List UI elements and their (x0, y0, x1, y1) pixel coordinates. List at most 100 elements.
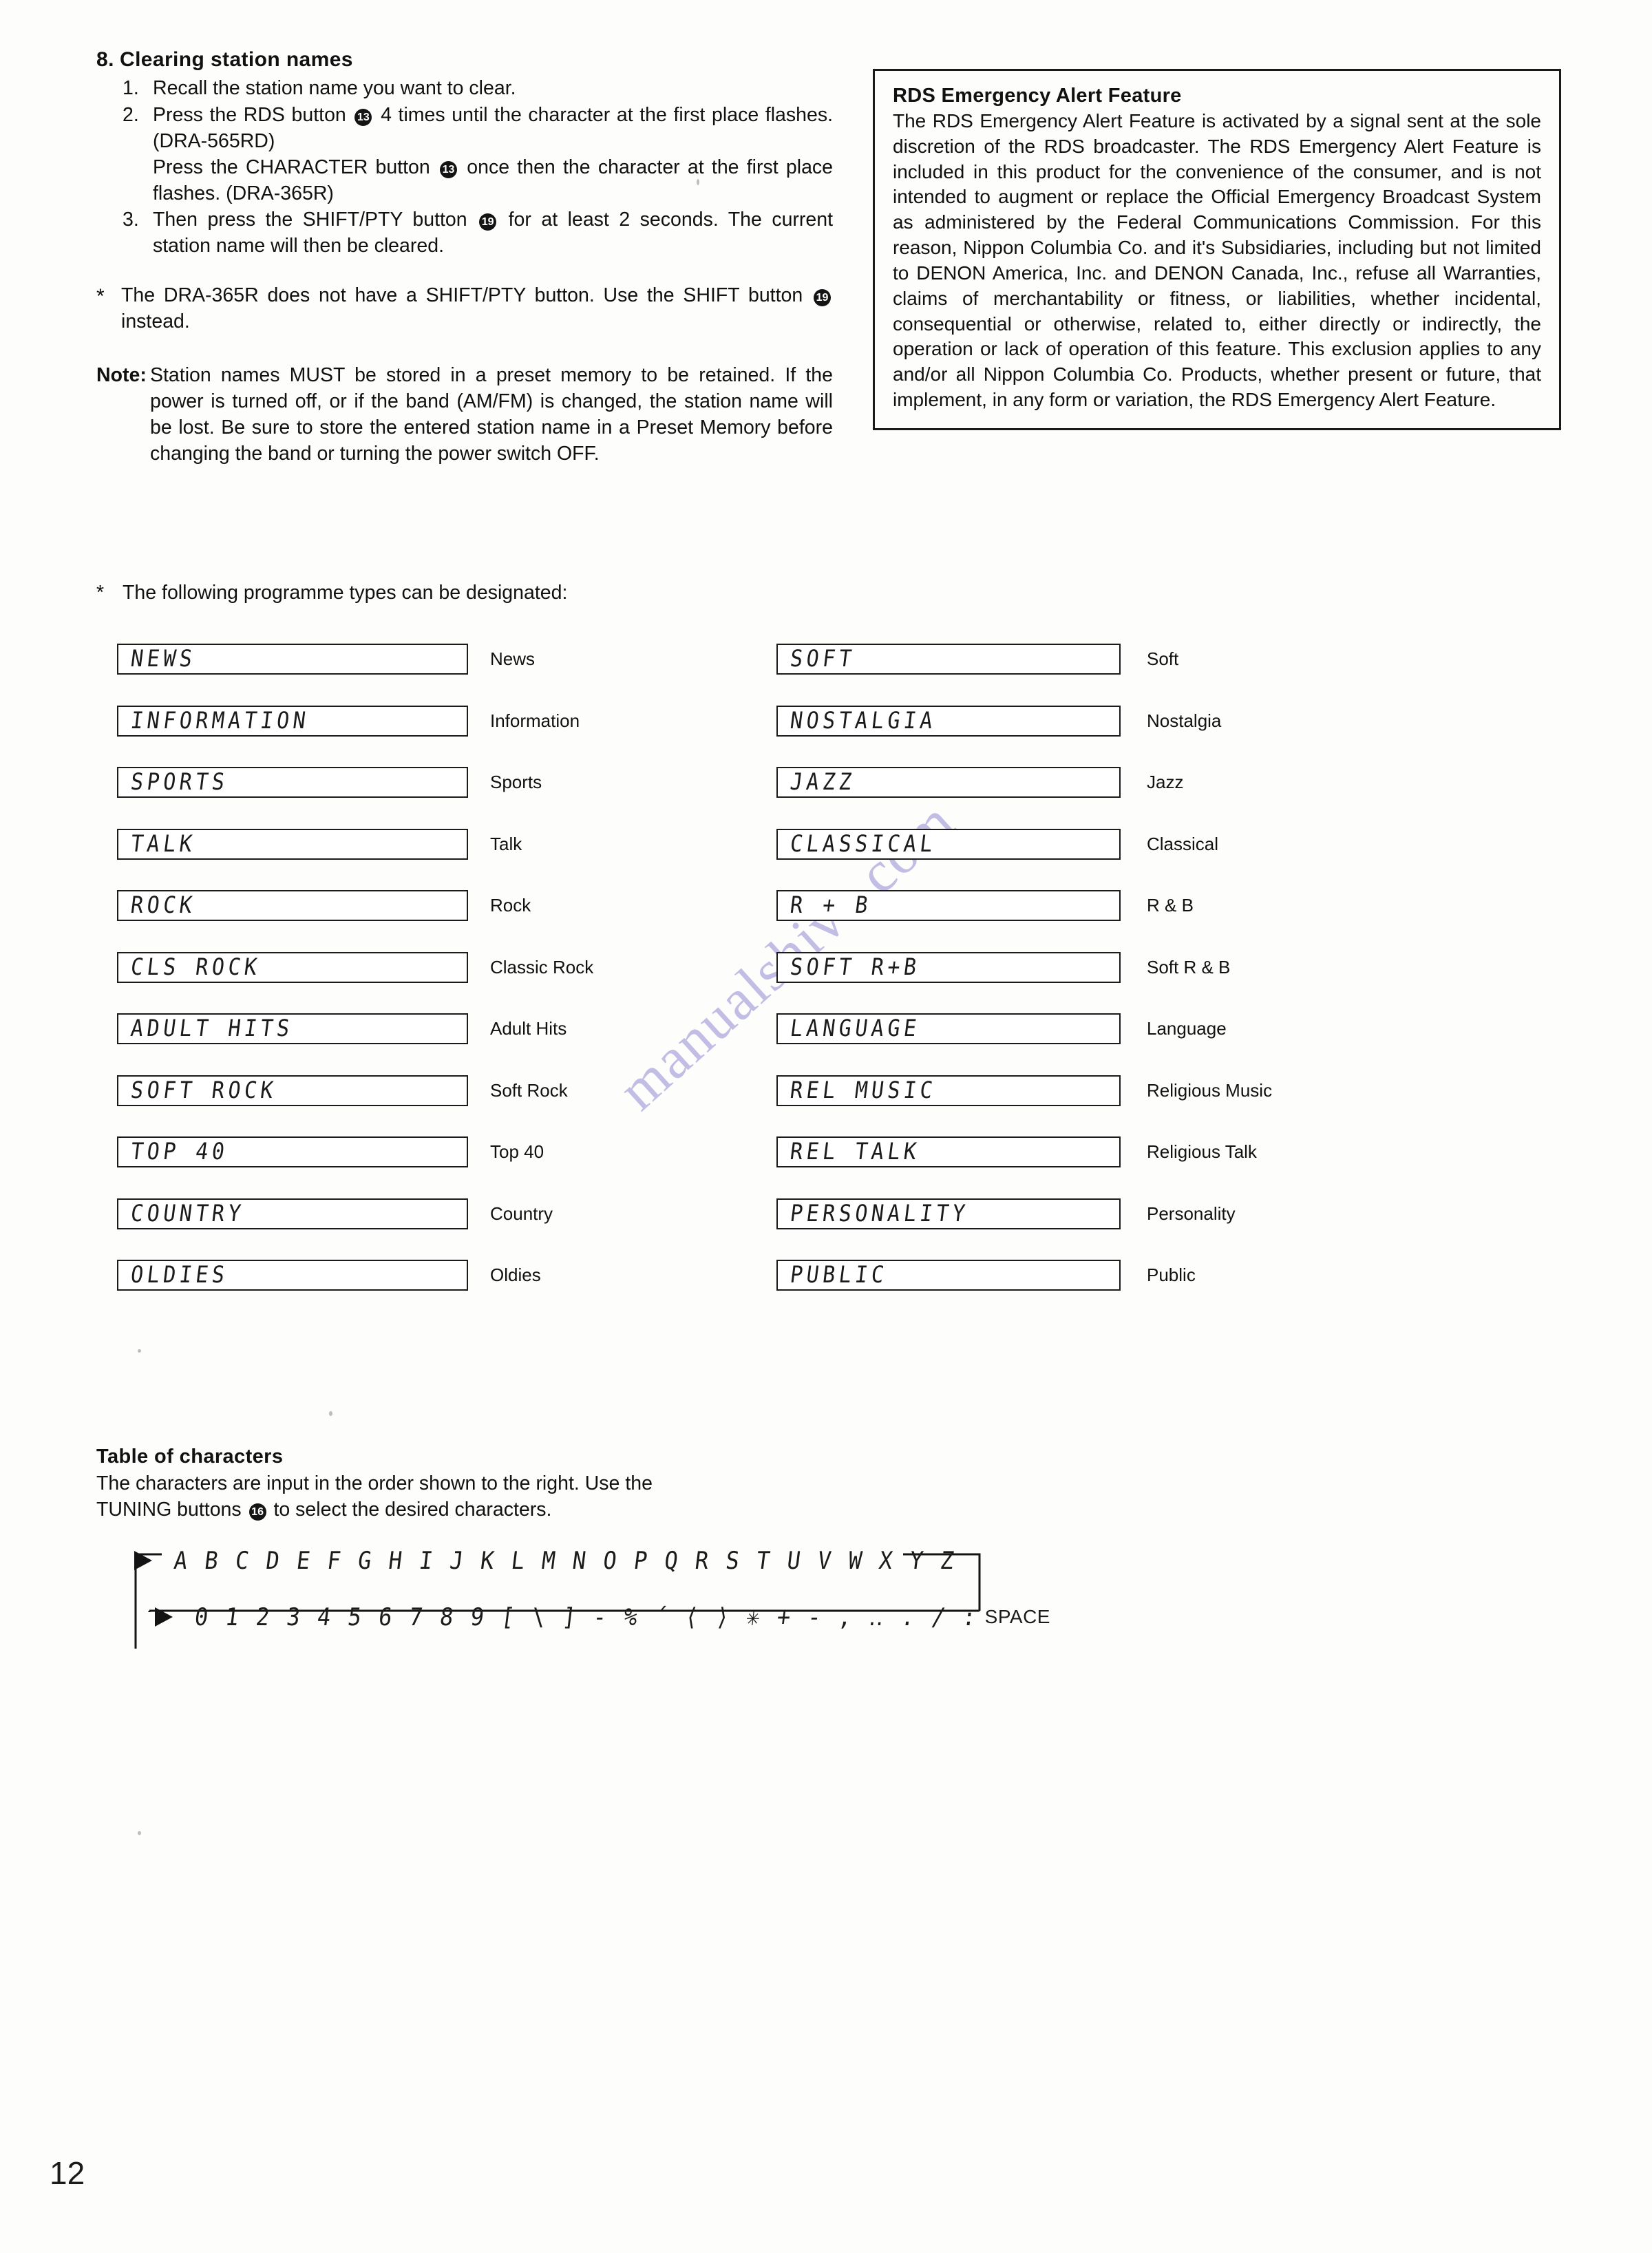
scan-speckle (138, 1831, 141, 1835)
lcd-display: ADULT HITS (117, 1013, 468, 1044)
step-1-label: 1. (123, 77, 139, 99)
asterisk-note-body: The DRA-365R does not have a SHIFT/PTY b… (121, 283, 833, 335)
lcd-display-text: R + B (788, 891, 873, 920)
lcd-display-text: ADULT HITS (129, 1015, 295, 1043)
programme-type-label: Jazz (1147, 772, 1184, 792)
lcd-display: SPORTS (117, 767, 468, 798)
clearing-station-names-section: 8. Clearing station names 1. Recall the s… (96, 48, 833, 467)
programme-type-row: ROCK Rock (117, 890, 593, 921)
lcd-display: OLDIES (117, 1260, 468, 1291)
note-block: Note: Station names MUST be stored in a … (96, 363, 833, 467)
lcd-display: SOFT R+B (776, 951, 1121, 983)
lcd-display-text: SOFT R+B (788, 953, 922, 981)
programme-type-label: Sports (490, 772, 542, 792)
programme-type-row: SOFT R+B Soft R & B (776, 951, 1272, 983)
programme-types-left-column: NEWS News INFORMATION Information SPORTS… (117, 644, 593, 1322)
programme-type-label: R & B (1147, 895, 1194, 916)
programme-type-label: Adult Hits (490, 1018, 567, 1039)
scan-speckle (138, 1349, 141, 1353)
lcd-display: JAZZ (776, 767, 1121, 798)
note-label: Note: (96, 364, 147, 387)
rds-emergency-alert-box: RDS Emergency Alert Feature The RDS Emer… (873, 69, 1561, 430)
lcd-display: SOFT (776, 644, 1121, 675)
lcd-display-text: JAZZ (788, 768, 857, 796)
programme-type-row: CLASSICAL Classical (776, 828, 1272, 860)
programme-type-label: Talk (490, 833, 522, 854)
lcd-display-text: ROCK (129, 891, 198, 920)
programme-type-label: Personality (1147, 1203, 1236, 1224)
programme-type-row: JAZZ Jazz (776, 767, 1272, 798)
programme-type-row: REL MUSIC Religious Music (776, 1075, 1272, 1106)
table-of-characters-desc-line2: TUNING buttons 16 to select the desired … (96, 1497, 867, 1523)
programme-type-label: Soft (1147, 648, 1179, 669)
section-number: 8. (96, 48, 114, 71)
character-map-digits-symbols: 0 1 2 3 4 5 6 7 8 9 [ \ ] - % ´ ⟨ ⟩ ✳ + … (193, 1603, 980, 1631)
programme-type-label: Soft R & B (1147, 956, 1231, 977)
toc-desc-pre: TUNING buttons (96, 1498, 242, 1521)
button-badge-19-icon: 19 (814, 289, 831, 307)
programme-types-intro-mark: * (96, 582, 105, 604)
lcd-display-text: SPORTS (129, 768, 230, 796)
steps-list: 1. Recall the station name you want to c… (96, 76, 833, 260)
programme-type-row: INFORMATION Information (117, 705, 593, 737)
programme-type-row: LANGUAGE Language (776, 1013, 1272, 1044)
lcd-display: NEWS (117, 644, 468, 675)
lcd-display: SOFT ROCK (117, 1075, 468, 1106)
programme-type-label: Top 40 (490, 1141, 544, 1162)
programme-type-row: SOFT Soft (776, 644, 1272, 675)
programme-type-label: Public (1147, 1265, 1196, 1285)
asterisk-note: * The DRA-365R does not have a SHIFT/PTY… (96, 283, 833, 335)
scan-speckle (697, 179, 699, 185)
lcd-display-text: TALK (129, 830, 198, 858)
programme-type-label: Language (1147, 1018, 1227, 1039)
asterisk-note-post: instead. (121, 310, 190, 333)
programme-type-row: SOFT ROCK Soft Rock (117, 1075, 593, 1106)
lcd-display: NOSTALGIA (776, 705, 1121, 737)
programme-type-row: CLS ROCK Classic Rock (117, 951, 594, 983)
programme-types-right-column: SOFT Soft NOSTALGIA Nostalgia JAZZ Jazz … (776, 644, 1272, 1322)
character-map-letters: A B C D E F G H I J K L M N O P Q R S T … (172, 1546, 958, 1575)
toc-desc-post: to select the desired characters. (273, 1498, 552, 1521)
character-map-diagram: A B C D E F G H I J K L M N O P Q R S T … (134, 1535, 1050, 1649)
programme-type-row: OLDIES Oldies (117, 1260, 593, 1291)
step-2-line-2: Press the CHARACTER button 13 once then … (153, 155, 833, 207)
lcd-display: TALK (117, 828, 468, 860)
lcd-display-text: SOFT ROCK (129, 1077, 279, 1104)
table-of-characters-section: Table of characters The characters are i… (96, 1446, 867, 1523)
lcd-display-text: SOFT (788, 645, 857, 673)
programme-type-label: Information (490, 710, 580, 731)
lcd-display-text: CLS ROCK (129, 953, 262, 981)
lcd-display: PUBLIC (776, 1260, 1121, 1291)
programme-type-row: TALK Talk (117, 828, 593, 860)
arrow-right-icon (155, 1607, 191, 1627)
step-2-line-1: Press the RDS button 13 4 times until th… (153, 103, 833, 155)
button-badge-19-icon: 19 (479, 213, 497, 231)
programme-type-label: Classical (1147, 833, 1219, 854)
button-badge-13-icon: 13 (354, 108, 372, 126)
step-2-pre: Press the RDS button (153, 103, 346, 126)
lcd-display-text: REL MUSIC (788, 1077, 938, 1104)
lcd-display-text: NOSTALGIA (788, 707, 938, 734)
table-of-characters-desc-line1: The characters are input in the order sh… (96, 1472, 653, 1494)
programme-type-row: PUBLIC Public (776, 1260, 1272, 1291)
programme-type-row: NOSTALGIA Nostalgia (776, 705, 1272, 737)
lcd-display: TOP 40 (117, 1136, 468, 1167)
programme-type-label: Oldies (490, 1265, 541, 1285)
programme-type-row: REL TALK Religious Talk (776, 1136, 1272, 1167)
section-title-text: Clearing station names (120, 48, 353, 71)
programme-type-row: ADULT HITS Adult Hits (117, 1013, 593, 1044)
programme-types-intro: * The following programme types can be de… (96, 582, 567, 604)
section-title: 8. Clearing station names (96, 48, 833, 72)
button-badge-13-icon: 13 (440, 160, 458, 178)
lcd-display: CLS ROCK (117, 951, 468, 983)
lcd-display-text: PERSONALITY (788, 1200, 971, 1227)
step-2b-pre: Press the CHARACTER button (153, 156, 430, 178)
step-1: 1. Recall the station name you want to c… (123, 76, 833, 102)
step-1-text: Recall the station name you want to clea… (153, 77, 516, 99)
character-map-row-letters: A B C D E F G H I J K L M N O P Q R S T … (134, 1541, 958, 1580)
programme-type-label: Classic Rock (490, 956, 594, 977)
programme-type-label: Religious Talk (1147, 1141, 1257, 1162)
lcd-display-text: CLASSICAL (788, 830, 938, 858)
programme-type-row: R + B R & B (776, 890, 1272, 921)
programme-type-label: Nostalgia (1147, 710, 1222, 731)
